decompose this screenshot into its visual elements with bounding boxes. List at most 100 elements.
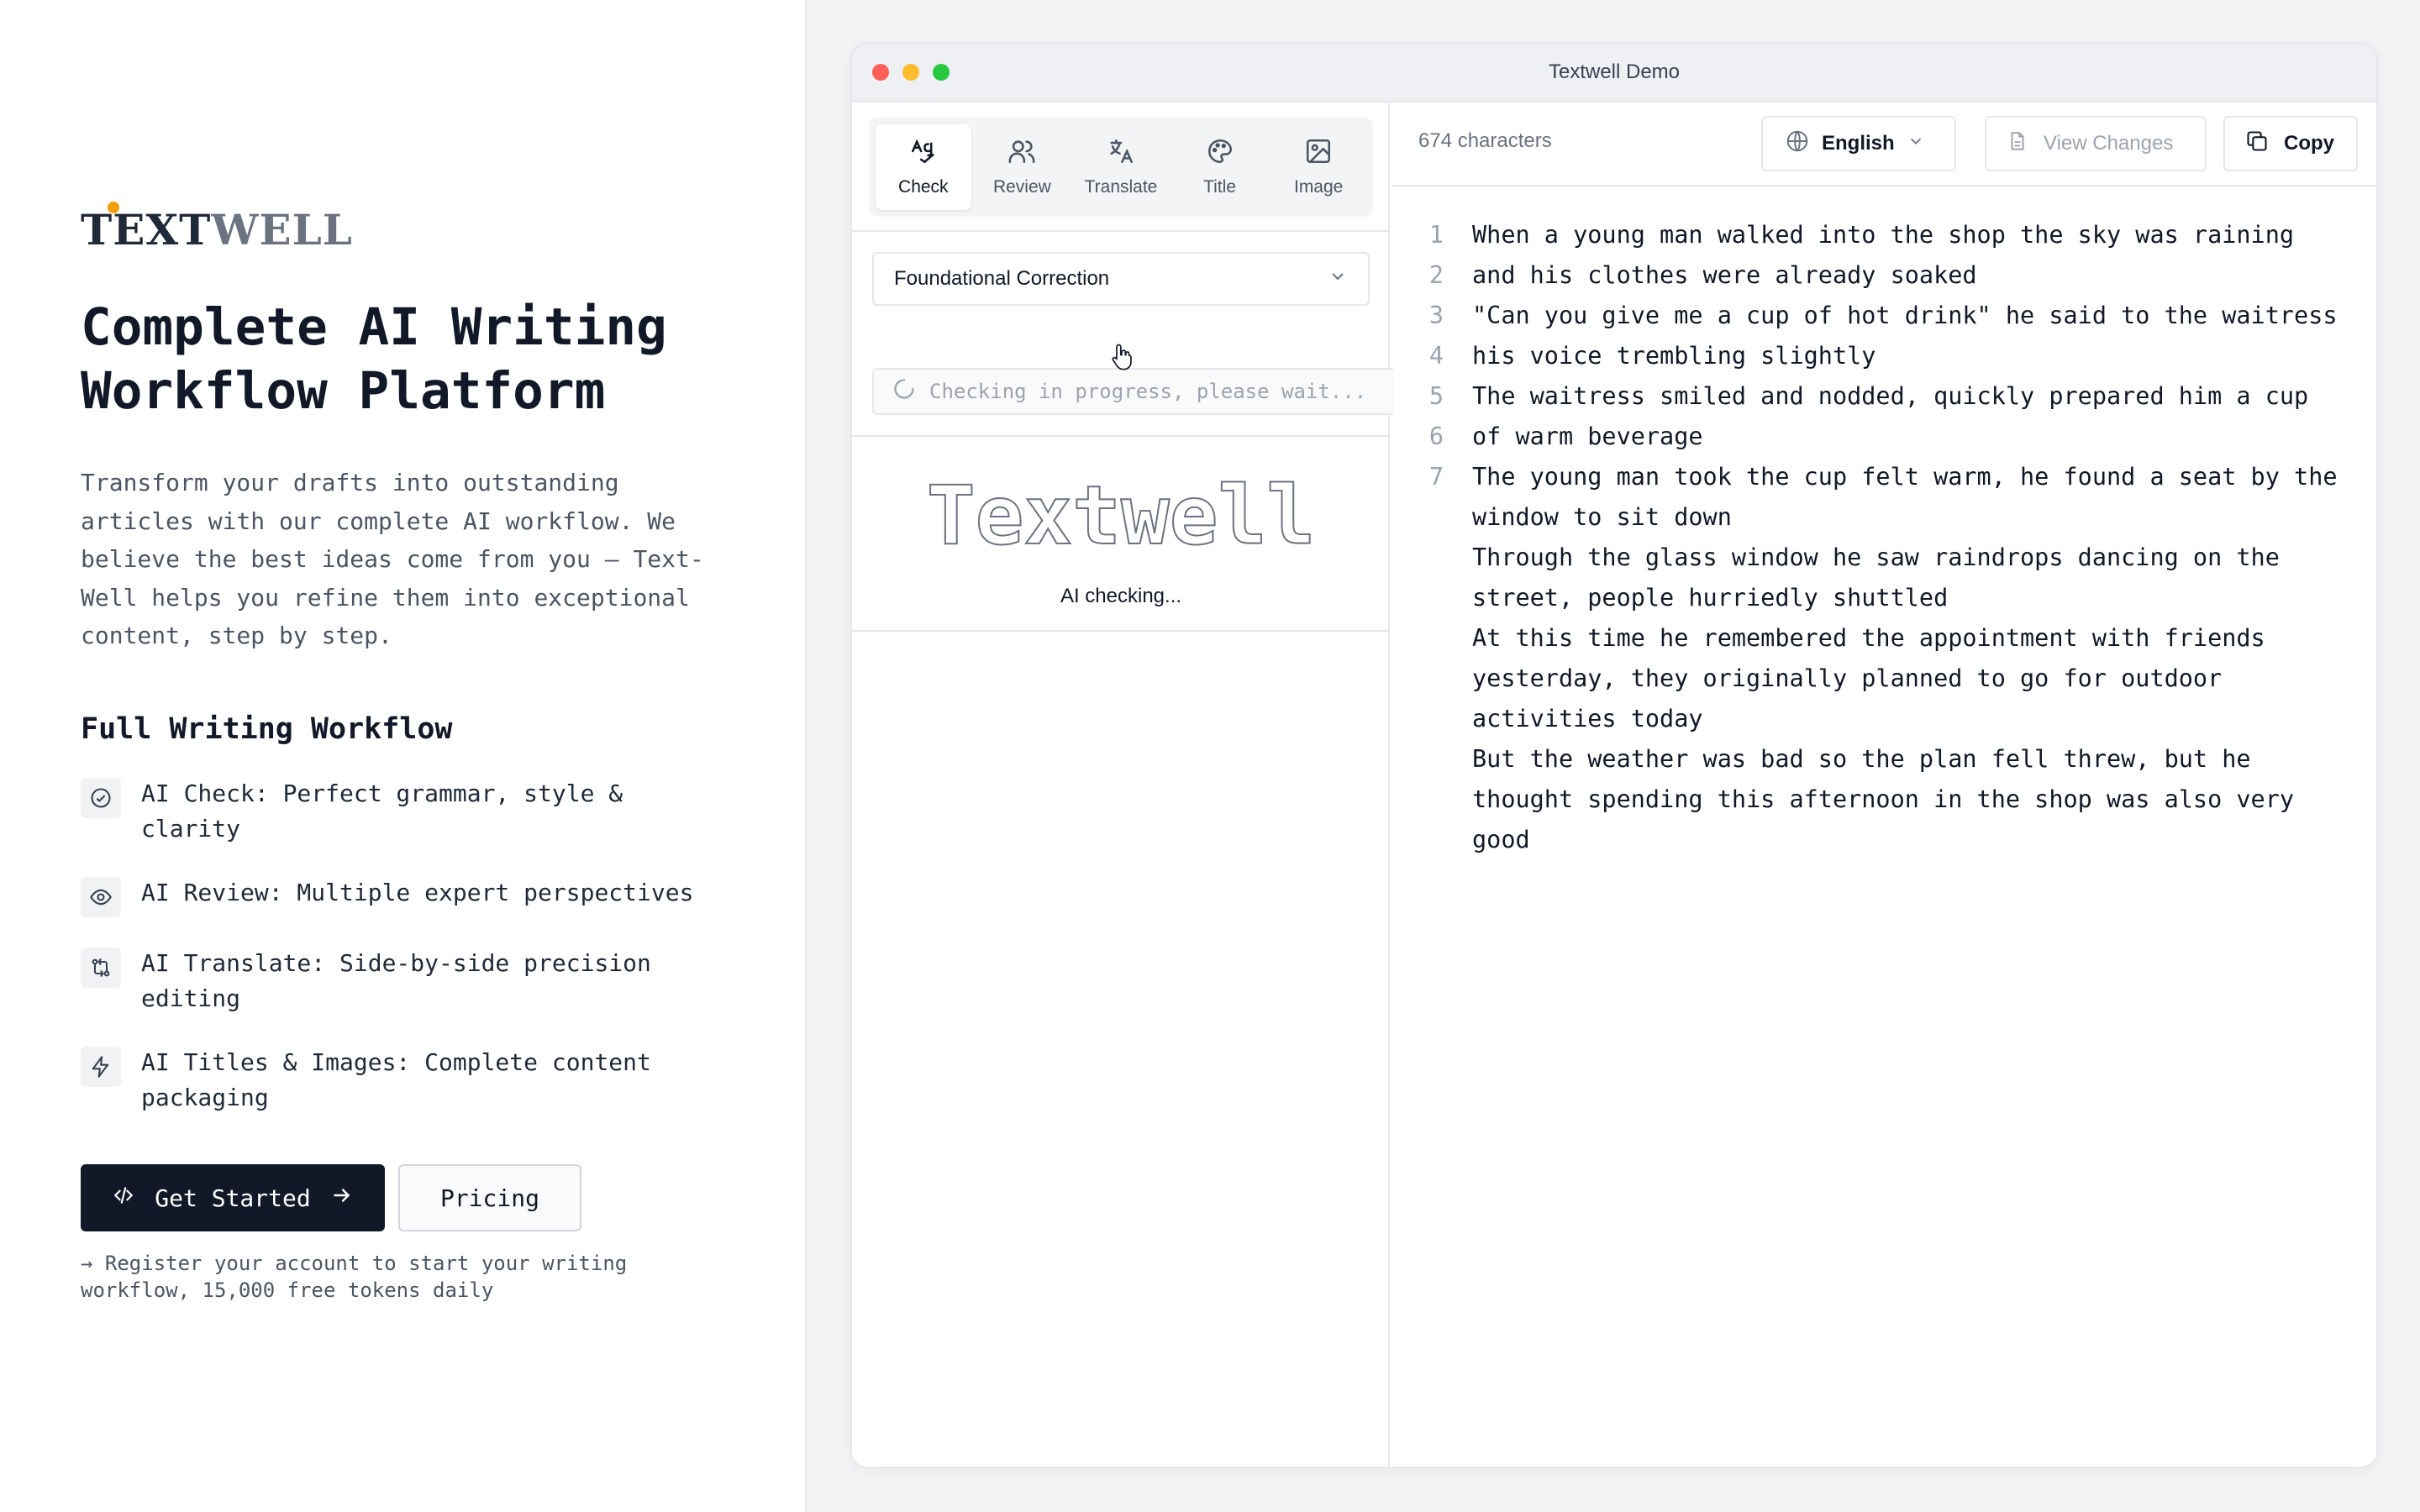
tab-label: Check [898,177,949,197]
tab-translate[interactable]: Translate [1073,124,1169,210]
workflow-list: AI Check: Perfect grammar, style & clari… [81,776,753,1144]
register-note: → Register your account to start your wr… [81,1252,628,1302]
palette-icon [1206,137,1234,171]
logo-accent-dot [108,202,119,213]
chevron-down-icon [1907,132,1925,156]
users-icon [1007,137,1036,171]
divider [852,435,1390,437]
hero-description: Transform your drafts into outstanding a… [81,469,704,649]
document-icon [2007,130,2028,158]
text-line: 3 "Can you give me a cup of hot drink" he… [1392,296,2376,336]
textwell-ascii-art: Textwell [926,468,1316,564]
text-line: 1 When a young man walked into the shop t… [1392,215,2376,255]
textwell-logo[interactable]: TEXTWELL [81,202,353,255]
text-line: But the weather was bad so the plan fell… [1392,739,2376,780]
tab-label: Title [1203,177,1237,197]
logo-text-ext: EXT [113,205,212,255]
chevron-down-icon [1328,266,1348,292]
tab-label: Translate [1084,177,1158,197]
tab-title[interactable]: Title [1172,124,1268,210]
eye-icon [81,877,121,917]
globe-icon [1785,129,1810,160]
language-value: English [1822,132,1895,155]
editor-text-area[interactable]: 1 When a young man walked into the shop t… [1392,215,2376,860]
text-line: good [1392,820,2376,860]
hero-title: Complete AI Writing Workflow Platform [81,297,667,421]
line-number [1392,739,1472,780]
line-number: 1 [1428,221,1444,249]
hand-pointer-icon [1112,344,1132,370]
workflow-title: Full Writing Workflow [81,712,453,746]
copy-label: Copy [2284,132,2334,155]
get-started-label: Get Started [155,1184,311,1212]
line-text: At this time he remembered the appointme… [1472,624,2265,652]
tab-label: Review [992,177,1051,197]
line-number [1392,820,1472,860]
line-text: The young man took the cup felt warm, he… [1472,463,2338,491]
line-number: 4 [1428,342,1444,370]
line-number: 2 [1428,261,1444,289]
ascii-art-text: Textwell [927,469,1315,563]
tab-image[interactable]: Image [1270,124,1366,210]
swap-icon [81,948,121,988]
tab-review[interactable]: Review [975,124,1071,210]
line-number [1392,578,1472,618]
correction-mode-value: Foundational Correction [894,267,1110,290]
copy-icon [2245,129,2269,159]
divider [852,630,1390,632]
text-line: yesterday, they originally planned to go… [1392,659,2376,699]
correction-mode-select[interactable]: Foundational Correction [872,252,1370,306]
bolt-icon [81,1047,121,1087]
logo-text-well: WELL [211,205,353,255]
line-number [1392,780,1472,820]
line-text: window to sit down [1472,503,1732,531]
line-text: "Can you give me a cup of hot drink" he … [1472,302,2338,329]
text-line: Through the glass window he saw raindrop… [1392,538,2376,578]
workflow-item-label: AI Titles & Images: Complete content pac… [141,1048,651,1111]
workflow-item-translate: AI Translate: Side-by-side precision edi… [81,946,753,1016]
text-line: thought spending this afternoon in the s… [1392,780,2376,820]
workflow-item-review: AI Review: Multiple expert perspectives [81,875,753,917]
spellcheck-icon [909,137,938,171]
text-line: At this time he remembered the appointme… [1392,618,2376,659]
get-started-button[interactable]: Get Started [81,1164,385,1231]
spinner-icon [892,377,916,406]
tools-panel: Check Review Translate Title Image Found… [852,102,1393,1467]
line-text: good [1472,826,1530,853]
window-title: Textwell Demo [1548,60,1681,83]
line-number [1392,538,1472,578]
line-number: 6 [1428,423,1444,450]
code-icon [113,1184,134,1212]
tab-check[interactable]: Check [876,124,971,210]
divider [852,230,1390,232]
text-line: 5 The waitress smiled and nodded, quickly… [1392,376,2376,417]
check-circle-icon [81,778,121,818]
pricing-button[interactable]: Pricing [398,1164,581,1231]
line-number [1392,497,1472,538]
text-editor: 674 characters English View Changes Copy… [1392,102,2376,1467]
tool-tabs: Check Review Translate Title Image [869,118,1373,217]
text-line: 6 of warm beverage [1392,417,2376,457]
view-changes-button[interactable]: View Changes [1985,116,2207,171]
line-text: Through the glass window he saw raindrop… [1472,543,2280,571]
demo-window: Textwell Demo Check Review Translate Tit… [850,42,2378,1468]
landing-panel: TEXTWELL Complete AI Writing Workflow Pl… [0,0,807,1512]
text-line: 2 and his clothes were already soaked [1392,255,2376,296]
workflow-item-label: AI Translate: Side-by-side precision edi… [141,949,651,1012]
line-number: 5 [1428,382,1444,410]
translate-icon [1107,137,1135,171]
language-select[interactable]: English [1761,116,1956,171]
character-count: 674 characters [1418,129,1552,152]
text-line: 4 his voice trembling slightly [1392,336,2376,376]
line-text: street, people hurriedly shuttled [1472,584,1949,612]
line-text: and his clothes were already soaked [1472,261,1977,289]
line-text: But the weather was bad so the plan fell… [1472,745,2251,773]
copy-button[interactable]: Copy [2223,116,2358,171]
line-text: thought spending this afternoon in the s… [1472,785,2295,813]
check-progress-text: Checking in progress, please wait... [929,380,1367,403]
workflow-item-label: AI Check: Perfect grammar, style & clari… [141,780,623,843]
editor-toolbar: 674 characters English View Changes Copy [1392,102,2376,186]
check-progress-field: Checking in progress, please wait... [872,368,1393,415]
line-number [1392,659,1472,699]
arrow-right-icon [331,1184,353,1212]
